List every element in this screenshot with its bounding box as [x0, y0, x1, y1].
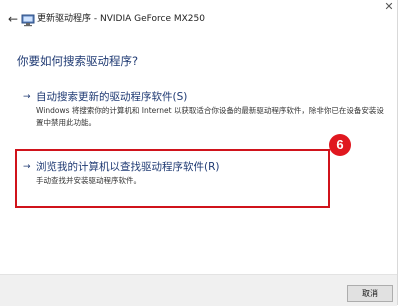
highlight-box	[15, 149, 330, 208]
window-title: 更新驱动程序 - NVIDIA GeForce MX250	[37, 14, 205, 24]
back-arrow-icon[interactable]: ←	[8, 13, 20, 25]
step-number-badge: 6	[329, 134, 351, 156]
option-description: Windows 将搜索你的计算机和 Internet 以获取适合你设备的最新驱动…	[36, 106, 384, 127]
title-bar: ← 更新驱动程序 - NVIDIA GeForce MX250 ✕	[0, 0, 397, 34]
option-title[interactable]: 自动搜索更新的驱动程序软件(S)	[36, 90, 187, 104]
page-heading: 你要如何搜索驱动程序?	[17, 54, 139, 68]
device-manager-icon	[21, 12, 35, 27]
close-icon[interactable]: ✕	[381, 0, 397, 16]
cancel-button[interactable]: 取消	[347, 285, 393, 302]
dialog-footer: 取消	[0, 274, 397, 306]
option-search-automatically[interactable]: → 自动搜索更新的驱动程序软件(S) Windows 将搜索你的计算机和 Int…	[23, 90, 384, 130]
arrow-right-icon: →	[23, 92, 31, 102]
update-driver-dialog: ← 更新驱动程序 - NVIDIA GeForce MX250 ✕ 你要如何搜索…	[0, 0, 398, 306]
